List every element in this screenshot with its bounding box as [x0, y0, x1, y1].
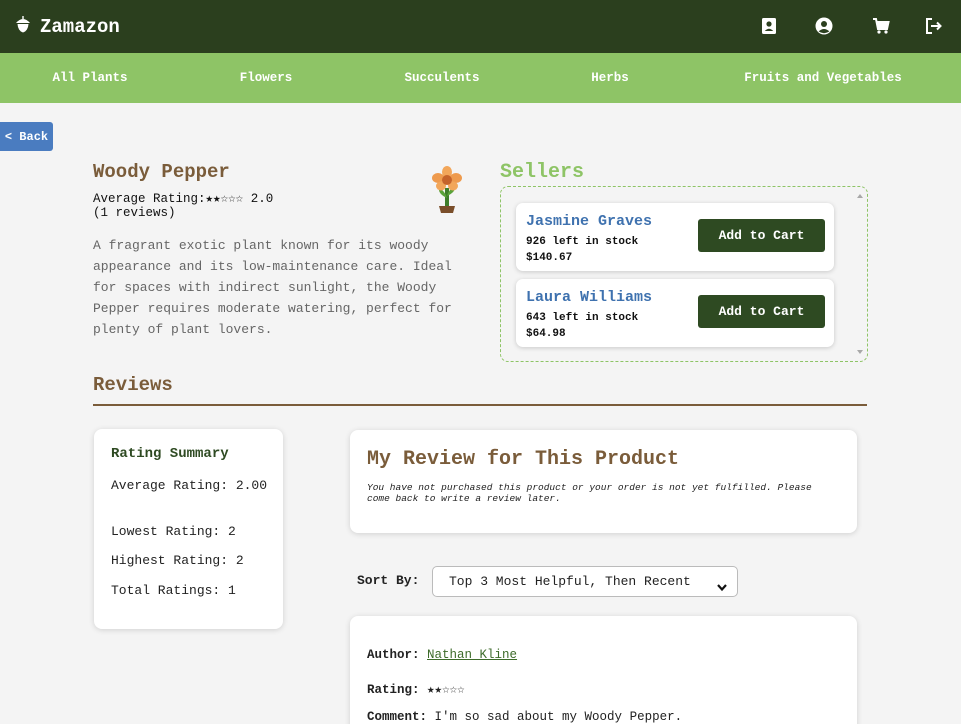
sort-selected-value: Top 3 Most Helpful, Then Recent	[449, 574, 691, 589]
add-to-cart-button[interactable]: Add to Cart	[698, 295, 825, 328]
review-comment-row: Comment: I'm so sad about my Woody Peppe…	[367, 710, 682, 724]
review-author-label: Author:	[367, 648, 420, 662]
seller-price: $140.67	[526, 252, 573, 264]
average-rating-stars: ★★☆☆☆	[205, 192, 244, 206]
review-count: (1 reviews)	[93, 206, 176, 220]
average-rating-line: Average Rating:★★☆☆☆ 2.0	[93, 190, 273, 206]
sellers-scrollbar[interactable]	[855, 190, 865, 358]
logout-icon[interactable]	[924, 16, 944, 36]
category-succulents[interactable]: Succulents	[404, 53, 479, 103]
acorn-logo-icon	[14, 15, 40, 39]
average-rating-value: 2.0	[250, 192, 274, 206]
summary-total: Total Ratings: 1	[111, 583, 236, 598]
seller-name: Laura Williams	[526, 289, 653, 306]
seller-stock: 643 left in stock	[526, 312, 639, 324]
sort-dropdown[interactable]: Top 3 Most Helpful, Then Recent	[432, 566, 738, 597]
back-button[interactable]: < Back	[0, 122, 53, 151]
category-all-plants[interactable]: All Plants	[52, 53, 127, 103]
reviews-divider	[93, 404, 867, 406]
seller-card: Jasmine Graves 926 left in stock $140.67…	[516, 203, 834, 271]
review-author-link[interactable]: Nathan Kline	[427, 648, 517, 662]
review-comment-label: Comment:	[367, 710, 428, 724]
flower-plant-image	[430, 166, 464, 214]
rating-summary-title: Rating Summary	[111, 446, 229, 462]
sellers-heading: Sellers	[500, 161, 585, 184]
add-to-cart-button[interactable]: Add to Cart	[698, 219, 825, 252]
average-rating-label: Average Rating:	[93, 192, 206, 206]
seller-card: Laura Williams 643 left in stock $64.98 …	[516, 279, 834, 347]
my-review-notice: You have not purchased this product or y…	[367, 482, 812, 504]
user-account-icon[interactable]	[814, 16, 834, 36]
contact-book-icon[interactable]	[759, 16, 779, 36]
seller-price: $64.98	[526, 328, 566, 340]
sellers-list[interactable]: Jasmine Graves 926 left in stock $140.67…	[500, 186, 868, 362]
review-rating-row: Rating: ★★☆☆☆	[367, 681, 465, 697]
review-rating-stars: ★★☆☆☆	[427, 683, 465, 697]
category-flowers[interactable]: Flowers	[240, 53, 293, 103]
category-fruits-and-vegetables[interactable]: Fruits and Vegetables	[744, 53, 902, 103]
sort-label: Sort By:	[357, 573, 420, 588]
product-title: Woody Pepper	[93, 161, 230, 183]
my-review-title: My Review for This Product	[367, 448, 680, 471]
product-description: A fragrant exotic plant known for its wo…	[93, 238, 452, 337]
top-navbar: Zamazon	[0, 0, 961, 53]
seller-name: Jasmine Graves	[526, 213, 653, 230]
reviews-heading: Reviews	[93, 374, 173, 396]
review-rating-label: Rating:	[367, 683, 420, 697]
my-review-card: My Review for This Product You have not …	[350, 430, 857, 533]
review-comment-text: I'm so sad about my Woody Pepper.	[434, 710, 683, 724]
summary-lowest: Lowest Rating: 2	[111, 524, 236, 539]
brand-name: Zamazon	[40, 15, 120, 38]
brand[interactable]: Zamazon	[14, 15, 120, 39]
rating-summary-card: Rating Summary Average Rating: 2.00 Lowe…	[94, 429, 283, 629]
review-author-row: Author: Nathan Kline	[367, 648, 517, 662]
review-card: Author: Nathan Kline Rating: ★★☆☆☆ Comme…	[350, 616, 857, 724]
cart-icon[interactable]	[871, 16, 891, 36]
category-herbs[interactable]: Herbs	[591, 53, 629, 103]
seller-stock: 926 left in stock	[526, 236, 639, 248]
summary-highest: Highest Rating: 2	[111, 553, 244, 568]
category-navbar: All Plants Flowers Succulents Herbs Frui…	[0, 53, 961, 103]
summary-average: Average Rating: 2.00	[111, 478, 268, 493]
chevron-down-icon	[716, 575, 728, 604]
